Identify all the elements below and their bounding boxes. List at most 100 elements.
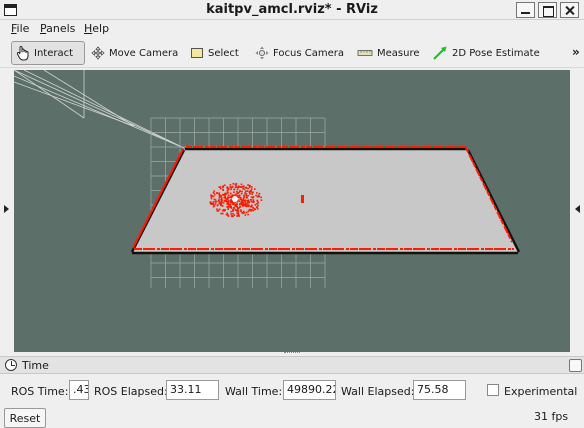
amcl-particle [225,192,228,194]
amcl-particle [245,194,248,197]
amcl-particle [252,191,254,194]
amcl-particle [248,204,250,207]
tool-focus-camera[interactable]: Focus Camera [251,41,348,65]
amcl-particle [252,196,255,198]
amcl-particle [250,196,253,198]
toolbar-overflow-button[interactable]: » [572,45,580,59]
robot-marker [232,196,238,202]
amcl-particle [222,202,225,204]
amcl-particle [224,192,226,195]
amcl-particle [224,184,226,187]
amcl-particle [223,209,225,211]
amcl-particle [240,186,243,188]
amcl-particle [230,188,232,191]
amcl-particle [227,200,230,203]
amcl-particle [231,215,233,218]
amcl-particle [248,190,250,193]
amcl-particle [213,190,215,192]
amcl-particle [250,200,253,203]
amcl-particle [227,196,230,199]
amcl-particle [237,195,239,197]
amcl-particle [254,204,257,206]
amcl-particle [235,203,237,206]
amcl-particle [231,185,234,188]
wall-time-field[interactable]: 49890.22 [283,380,336,400]
left-dock-toggle-icon[interactable] [4,205,9,213]
amcl-particle [222,212,224,215]
amcl-particle [257,194,260,197]
amcl-particle [240,210,242,213]
amcl-particle [212,191,215,194]
amcl-particle [237,214,239,217]
amcl-particle [244,214,247,216]
amcl-particle [218,199,220,201]
menu-help[interactable]: Help [84,22,109,35]
amcl-particle [224,195,226,197]
amcl-particle [233,188,236,191]
right-dock-toggle-icon[interactable] [575,205,580,213]
tool-select[interactable]: Select [186,41,243,65]
amcl-particle [242,185,245,188]
amcl-particle [226,200,228,203]
amcl-particle [219,187,222,190]
amcl-particle [224,200,226,202]
amcl-particle [240,202,243,204]
ros-elapsed-field[interactable]: 33.11 [166,380,219,400]
move-arrows-icon [91,46,105,60]
minimize-button[interactable] [516,2,535,18]
close-button[interactable] [560,2,579,18]
reset-button[interactable]: Reset [4,408,46,428]
green-arrow-icon [433,46,447,60]
wall-time-label: Wall Time: [225,385,283,398]
amcl-particle [249,193,251,195]
wall-elapsed-field[interactable]: 75.58 [413,380,466,400]
maximize-button[interactable] [538,2,557,18]
amcl-particle [239,198,242,201]
render-viewport[interactable] [14,70,570,352]
ros-elapsed-label: ROS Elapsed: [94,385,168,398]
tool-measure[interactable]: Measure [353,41,424,65]
amcl-particle [239,203,241,206]
amcl-particle [256,192,258,194]
amcl-particle [210,194,212,196]
amcl-particle [217,210,219,212]
amcl-particle [240,183,243,186]
amcl-particle [251,209,254,211]
amcl-particle [247,194,249,197]
amcl-particle [247,187,249,190]
splitter-handle[interactable] [284,352,300,355]
amcl-particle [228,205,231,208]
amcl-particle [244,193,246,196]
amcl-particle [260,199,263,201]
amcl-particle [221,199,223,202]
select-box-icon [191,48,203,58]
amcl-particle [239,190,241,192]
tool-interact[interactable]: Interact [11,41,85,65]
ros-time-field[interactable]: .43 [69,380,89,400]
amcl-particle [249,199,252,201]
menu-bar: File Panels Help [0,20,584,38]
amcl-particle [215,200,218,203]
tool-2d-pose-estimate[interactable]: 2D Pose Estimate [428,41,544,65]
amcl-particle [212,205,215,208]
amcl-particle [253,201,255,203]
amcl-particle [240,197,242,199]
tool-move-camera[interactable]: Move Camera [87,41,182,65]
amcl-particle [247,213,249,216]
amcl-particle [214,203,217,205]
amcl-particle [221,205,224,207]
amcl-particle [218,201,221,203]
menu-file[interactable]: File [11,22,29,35]
amcl-particle [245,196,248,199]
amcl-particle [251,186,253,188]
menu-panels[interactable]: Panels [40,22,75,35]
time-panel-float-button[interactable] [569,359,582,372]
amcl-particle [247,200,249,202]
amcl-particle [236,203,238,205]
laser-blob-right [301,195,304,203]
experimental-checkbox[interactable] [487,384,499,396]
amcl-particle [250,210,252,212]
amcl-particle [239,206,241,208]
amcl-particle [226,186,228,189]
amcl-particle [243,196,245,198]
